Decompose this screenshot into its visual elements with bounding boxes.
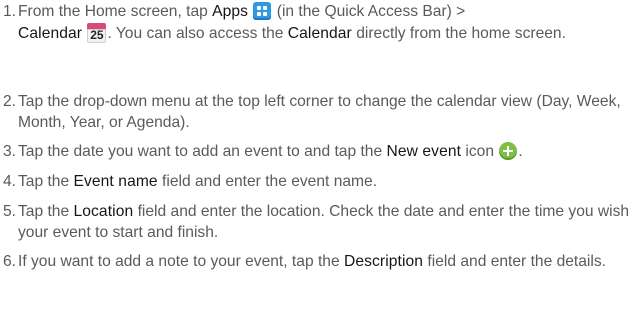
step-5: 5. Tap the Location field and enter the … [0, 202, 632, 243]
step-3: 3. Tap the date you want to add an event… [0, 142, 632, 163]
step-text: Tap the drop-down menu at the top left c… [18, 93, 621, 131]
description-label: Description [343, 253, 424, 270]
text-run: field and enter the event name. [157, 173, 378, 190]
apps-grid-icon [253, 2, 272, 20]
text-run: Tap the [18, 173, 74, 190]
step-number: 3. [3, 143, 17, 160]
text-run: Tap the date you want to add an event to… [18, 143, 387, 160]
step-number: 4. [3, 173, 17, 190]
step-number: 6. [3, 253, 17, 270]
step-6: 6. If you want to add a note to your eve… [0, 252, 632, 273]
calendar-day-number: 25 [90, 27, 104, 42]
text-run: field and enter the details. [423, 253, 606, 270]
step-1: 1. From the Home screen, tap Apps (in th… [0, 2, 632, 44]
instruction-page: 1. From the Home screen, tap Apps (in th… [0, 0, 636, 318]
text-run: icon [461, 143, 494, 160]
step-text: From the Home screen, tap Apps (in the Q… [18, 2, 632, 44]
text-run: From the Home screen, tap [18, 3, 213, 20]
step-number: 2. [3, 93, 17, 110]
text-run: . You can also access the [107, 24, 288, 42]
text-run: Tap the [18, 203, 74, 220]
calendar-label: Calendar [18, 24, 83, 42]
step-number: 1. [3, 3, 17, 20]
apps-label: Apps [212, 3, 249, 20]
calendar-label: Calendar [287, 24, 352, 42]
step-number: 5. [3, 203, 17, 220]
text-run: directly from the home screen. [351, 24, 566, 42]
calendar-icon: 25 [87, 22, 107, 43]
step-text: Tap the Location field and enter the loc… [18, 202, 632, 243]
location-label: Location [73, 203, 134, 220]
step-2: 2. Tap the drop-down menu at the top lef… [0, 92, 632, 133]
plus-circle-icon [499, 142, 518, 160]
text-run: (in the Quick Access Bar) > [272, 3, 466, 20]
event-name-label: Event name [73, 173, 158, 190]
text-run: If you want to add a note to your event,… [18, 253, 344, 270]
new-event-label: New event [386, 143, 462, 160]
step-text: Tap the Event name field and enter the e… [18, 172, 632, 193]
step-4: 4. Tap the Event name field and enter th… [0, 172, 632, 193]
step-text: If you want to add a note to your event,… [18, 252, 632, 273]
text-run: . [518, 143, 523, 160]
step-text: Tap the date you want to add an event to… [18, 142, 632, 163]
